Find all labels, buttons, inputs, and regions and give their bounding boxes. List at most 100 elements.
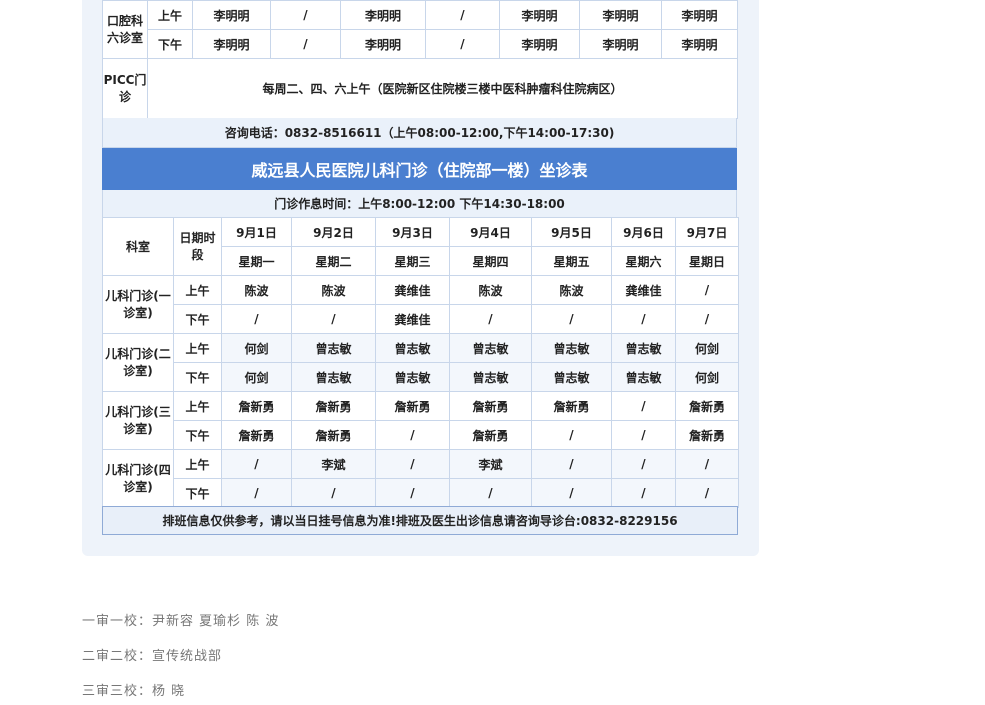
schedule-cell: 曾志敏 <box>291 362 376 392</box>
schedule-cell: 詹新勇 <box>291 420 376 450</box>
schedule-cell: / <box>221 304 292 334</box>
schedule-cell: 詹新勇 <box>531 391 612 421</box>
schedule-cell: / <box>675 478 739 508</box>
schedule-cell: 龚维佳 <box>375 275 450 305</box>
review-line-1: 一审一校：尹新容 夏瑜杉 陈 波 <box>82 614 280 629</box>
schedule-cell: 曾志敏 <box>449 333 532 363</box>
cell: 李明明 <box>661 0 738 30</box>
schedule-cell: 曾志敏 <box>375 362 450 392</box>
header-weekday: 星期三 <box>375 246 450 276</box>
schedule-title: 威远县人民医院儿科门诊（住院部一楼）坐诊表 <box>102 148 737 190</box>
dept-name: 儿科门诊(一诊室) <box>102 275 174 334</box>
schedule-cell: 詹新勇 <box>675 391 739 421</box>
period-am: 上午 <box>173 449 222 479</box>
schedule-cell: / <box>531 420 612 450</box>
cell: / <box>270 29 341 59</box>
schedule-note: 排班信息仅供参考，请以当日挂号信息为准!排班及医生出诊信息请咨询导诊台:0832… <box>102 506 738 535</box>
schedule-cell: / <box>611 449 676 479</box>
header-weekday: 星期四 <box>449 246 532 276</box>
schedule-cell: 詹新勇 <box>449 420 532 450</box>
schedule-cell: / <box>375 478 450 508</box>
schedule-cell: 詹新勇 <box>221 391 292 421</box>
dental-schedule-table: 口腔科六诊室 上午 李明明 / 李明明 / 李明明 李明明 李明明 下午 李明明… <box>102 0 738 119</box>
schedule-cell: 陈波 <box>531 275 612 305</box>
dept-dental-6: 口腔科六诊室 <box>102 0 148 59</box>
period-pm: 下午 <box>173 478 222 508</box>
dept-name: 儿科门诊(四诊室) <box>102 449 174 508</box>
schedule-cell: 曾志敏 <box>375 333 450 363</box>
cell: 李明明 <box>340 29 426 59</box>
schedule-cell: 詹新勇 <box>375 391 450 421</box>
schedule-cell: 曾志敏 <box>531 333 612 363</box>
schedule-cell: / <box>375 420 450 450</box>
cell: / <box>425 29 500 59</box>
header-date: 9月3日 <box>375 217 450 247</box>
schedule-cell: 何剑 <box>675 333 739 363</box>
schedule-cell: / <box>675 449 739 479</box>
clinic-hours: 门诊作息时间：上午8:00-12:00 下午14:30-18:00 <box>102 190 737 218</box>
cell: 李明明 <box>579 29 662 59</box>
header-date: 9月2日 <box>291 217 376 247</box>
schedule-cell: 詹新勇 <box>221 420 292 450</box>
header-weekday: 星期二 <box>291 246 376 276</box>
schedule-cell: 詹新勇 <box>675 420 739 450</box>
schedule-cell: / <box>449 304 532 334</box>
schedule-cell: / <box>531 478 612 508</box>
schedule-cell: 曾志敏 <box>611 333 676 363</box>
review-line-2: 二审二校：宣传统战部 <box>82 649 223 664</box>
schedule-cell: 曾志敏 <box>291 333 376 363</box>
schedule-cell: 曾志敏 <box>531 362 612 392</box>
dept-name: 儿科门诊(二诊室) <box>102 333 174 392</box>
phone-line: 咨询电话：0832-8516611（上午08:00-12:00,下午14:00-… <box>102 118 737 148</box>
cell: 李明明 <box>192 0 271 30</box>
schedule-cell: 李斌 <box>291 449 376 479</box>
schedule-cell: 陈波 <box>291 275 376 305</box>
header-date-period: 日期时段 <box>173 217 222 276</box>
picc-schedule: 每周二、四、六上午（医院新区住院楼三楼中医科肿瘤科住院病区） <box>147 58 738 119</box>
schedule-cell: / <box>611 391 676 421</box>
schedule-cell: / <box>531 304 612 334</box>
schedule-cell: 陈波 <box>221 275 292 305</box>
header-date: 9月1日 <box>221 217 292 247</box>
header-weekday: 星期五 <box>531 246 612 276</box>
header-weekday: 星期日 <box>675 246 739 276</box>
schedule-cell: 何剑 <box>675 362 739 392</box>
schedule-cell: / <box>375 449 450 479</box>
schedule-cell: / <box>611 304 676 334</box>
schedule-cell: 何剑 <box>221 362 292 392</box>
cell: 李明明 <box>192 29 271 59</box>
review-line-3: 三审三校：杨 晓 <box>82 684 186 699</box>
cell: / <box>425 0 500 30</box>
cell: 李明明 <box>499 29 580 59</box>
schedule-cell: 曾志敏 <box>611 362 676 392</box>
header-weekday: 星期六 <box>611 246 676 276</box>
schedule-cell: 詹新勇 <box>449 391 532 421</box>
header-dept: 科室 <box>102 217 174 276</box>
schedule-cell: / <box>531 449 612 479</box>
schedule-cell: 龚维佳 <box>375 304 450 334</box>
pediatric-schedule-table: 科室 日期时段 9月1日 9月2日 9月3日 9月4日 9月5日 9月6日 9月7日星期一 星期二… <box>102 217 739 508</box>
schedule-cell: / <box>449 478 532 508</box>
schedule-cell: 何剑 <box>221 333 292 363</box>
period-pm: 下午 <box>173 362 222 392</box>
cell: 李明明 <box>661 29 738 59</box>
schedule-cell: / <box>611 420 676 450</box>
schedule-cell: / <box>291 304 376 334</box>
dept-name: 儿科门诊(三诊室) <box>102 391 174 450</box>
header-date: 9月4日 <box>449 217 532 247</box>
cell: 李明明 <box>499 0 580 30</box>
cell: / <box>270 0 341 30</box>
cell: 李明明 <box>340 0 426 30</box>
header-date: 9月7日 <box>675 217 739 247</box>
header-date: 9月6日 <box>611 217 676 247</box>
schedule-cell: 陈波 <box>449 275 532 305</box>
schedule-cell: 龚维佳 <box>611 275 676 305</box>
schedule-cell: / <box>291 478 376 508</box>
schedule-cell: / <box>221 449 292 479</box>
period-pm: 下午 <box>173 420 222 450</box>
period-am: 上午 <box>173 391 222 421</box>
header-weekday: 星期一 <box>221 246 292 276</box>
schedule-cell: / <box>675 275 739 305</box>
header-date: 9月5日 <box>531 217 612 247</box>
period-pm: 下午 <box>173 304 222 334</box>
